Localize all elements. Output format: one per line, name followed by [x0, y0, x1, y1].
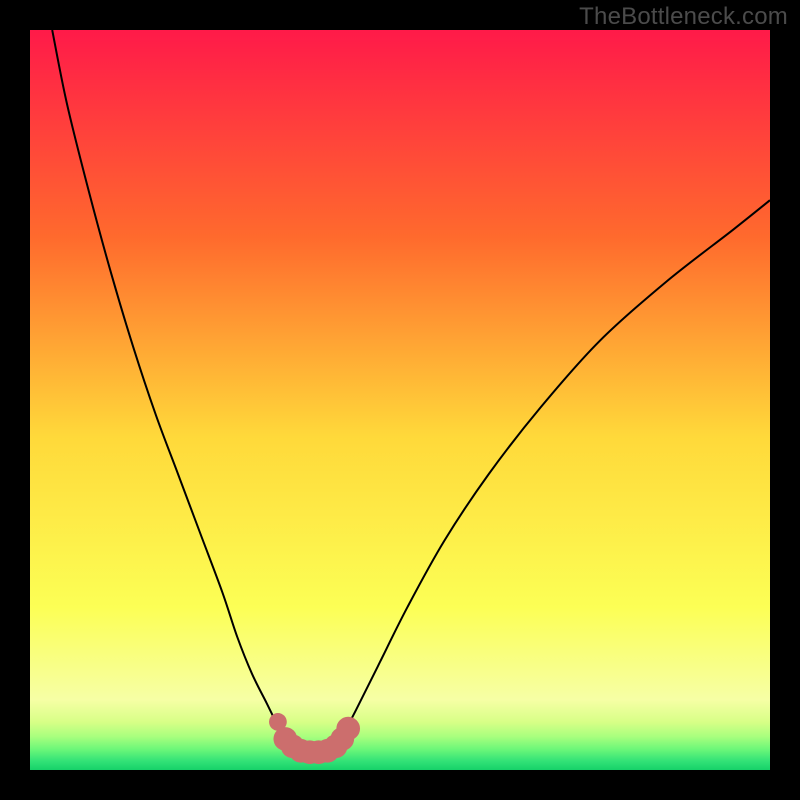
highlight-markers [269, 713, 360, 764]
highlight-dot [336, 717, 360, 741]
chart-svg [30, 30, 770, 770]
curve-left-branch [52, 30, 289, 742]
plot-area [30, 30, 770, 770]
curve-right-branch [341, 200, 770, 739]
chart-root: { "watermark": "TheBottleneck.com", "col… [0, 0, 800, 800]
watermark-text: TheBottleneck.com [579, 3, 788, 31]
